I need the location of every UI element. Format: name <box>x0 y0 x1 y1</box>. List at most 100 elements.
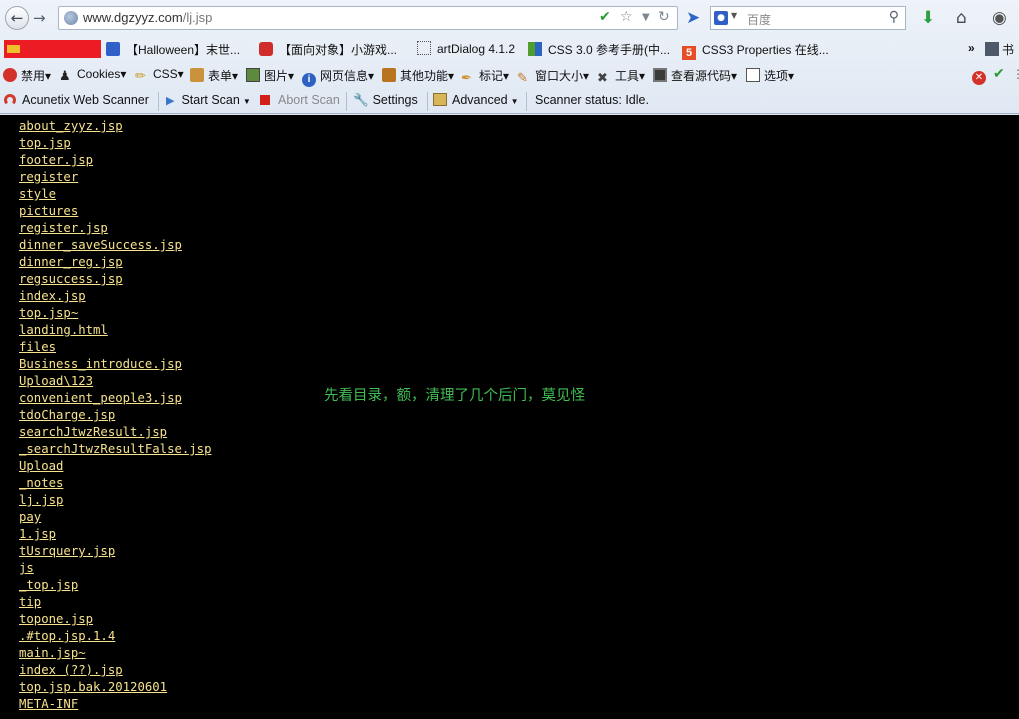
wd-cookies-menu[interactable]: ♟ Cookies▾ <box>59 67 126 83</box>
bookmark-item[interactable]: 5 CSS3 Properties 在线... <box>682 41 829 60</box>
web-developer-toolbar: 禁用▾ ♟ Cookies▾ ✏ CSS▾ 表单▾ 图片▾ i 网页信息▾ 其他功能▾… <box>0 63 1019 88</box>
acunetix-logo[interactable]: Acunetix Web Scanner <box>4 93 149 107</box>
directory-link[interactable]: tdoCharge.jsp <box>19 408 115 422</box>
back-button[interactable]: ← <box>5 6 29 30</box>
bookmark-item[interactable]: 【面向对象】小游戏... <box>259 41 397 58</box>
forward-button[interactable]: → <box>33 9 46 27</box>
directory-link[interactable]: Business_introduce.jsp <box>19 357 182 371</box>
directory-link[interactable]: register <box>19 170 78 184</box>
chevron-down-icon: ▼ <box>510 97 519 106</box>
directory-link[interactable]: .#top.jsp.1.4 <box>19 629 115 643</box>
verified-check-icon: ✔ <box>599 9 611 25</box>
bookmark-item[interactable]: CSS 3.0 参考手册(中... <box>528 41 670 58</box>
monitor-icon <box>653 68 667 82</box>
directory-link[interactable]: META-INF <box>19 697 78 711</box>
list-item: searchJtwzResult.jsp <box>19 421 212 439</box>
abort-scan-button[interactable]: Abort Scan <box>260 93 340 107</box>
directory-link[interactable]: dinner_saveSuccess.jsp <box>19 238 182 252</box>
directory-link[interactable]: _searchJtwzResultFalse.jsp <box>19 442 212 456</box>
advanced-button[interactable]: Advanced ▼ <box>433 93 519 107</box>
directory-link[interactable]: register.jsp <box>19 221 108 235</box>
list-item: .#top.jsp.1.4 <box>19 625 212 643</box>
wrench-icon: 🔧 <box>353 93 369 107</box>
directory-link[interactable]: landing.html <box>19 323 108 337</box>
search-engine-dropdown-icon[interactable]: ▼ <box>731 11 737 20</box>
start-scan-label: Start Scan <box>181 93 240 107</box>
wd-options-menu[interactable]: 选项▾ <box>746 67 794 84</box>
list-item: top.jsp.bak.20120601 <box>19 676 212 694</box>
html5-icon: 5 <box>682 46 696 60</box>
search-icon[interactable]: ⚲ <box>889 9 899 25</box>
list-item: _notes <box>19 472 212 490</box>
pen-icon: ✒ <box>461 70 472 85</box>
toolbar-separator <box>346 92 347 111</box>
wd-forms-menu[interactable]: 表单▾ <box>190 67 238 84</box>
directory-link[interactable]: _notes <box>19 476 63 490</box>
addon-bug-icon[interactable]: ◉ <box>992 8 1007 28</box>
list-item: about_zyyz.jsp <box>19 115 212 133</box>
directory-link[interactable]: top.jsp <box>19 136 71 150</box>
directory-link[interactable]: js <box>19 561 34 575</box>
list-item: top.jsp~ <box>19 302 212 320</box>
directory-link[interactable]: topone.jsp <box>19 612 93 626</box>
wd-page-info-menu[interactable]: i 网页信息▾ <box>302 67 374 87</box>
list-item: landing.html <box>19 319 212 337</box>
download-icon[interactable]: ⬇ <box>921 8 935 28</box>
url-text[interactable]: www.dgzyyz.com/lj.jsp <box>83 10 212 25</box>
directory-link[interactable]: top.jsp.bak.20120601 <box>19 680 167 694</box>
directory-link[interactable]: Upload <box>19 459 63 473</box>
wd-view-source-menu[interactable]: 查看源代码▾ <box>653 67 737 84</box>
directory-link[interactable]: Upload\123 <box>19 374 93 388</box>
wd-misc-menu[interactable]: 其他功能▾ <box>382 67 454 84</box>
wd-tools-menu[interactable]: ✖ 工具▾ <box>597 67 645 85</box>
wd-css-menu[interactable]: ✏ CSS▾ <box>135 67 184 83</box>
bookmark-star-icon[interactable]: ☆ <box>620 9 633 25</box>
directory-link[interactable]: main.jsp~ <box>19 646 86 660</box>
bookmark-item[interactable]: artDialog 4.1.2 <box>417 41 515 56</box>
directory-link[interactable]: searchJtwzResult.jsp <box>19 425 167 439</box>
directory-link[interactable]: tip <box>19 595 41 609</box>
history-dropdown-icon[interactable]: ▼ <box>642 12 650 23</box>
navigation-bar: ← → www.dgzyyz.com/lj.jsp ✔ ☆ ▼ ↻ ➤ ● ▼ … <box>0 0 1019 36</box>
wd-valid-check-icon[interactable]: ✔ <box>993 65 1005 82</box>
search-engine-icon[interactable]: ● <box>714 11 728 25</box>
home-icon[interactable]: ⌂ <box>956 8 967 28</box>
address-bar[interactable]: www.dgzyyz.com/lj.jsp ✔ ☆ ▼ ↻ <box>58 6 678 30</box>
directory-link[interactable]: index.jsp <box>19 289 86 303</box>
directory-link[interactable]: about_zyyz.jsp <box>19 119 123 133</box>
directory-link[interactable]: lj.jsp <box>19 493 63 507</box>
addon-bird-icon[interactable]: ➤ <box>686 8 700 28</box>
wd-error-status-icon[interactable]: ✕ <box>972 67 990 85</box>
settings-button[interactable]: 🔧 Settings <box>353 93 418 108</box>
bookmark-item[interactable]: 【Halloween】末世... <box>106 41 240 58</box>
directory-link[interactable]: 1.jsp <box>19 527 56 541</box>
directory-link[interactable]: files <box>19 340 56 354</box>
reload-icon[interactable]: ↻ <box>658 9 670 25</box>
wd-outline-menu[interactable]: ✒ 标记▾ <box>461 67 509 85</box>
wd-images-menu[interactable]: 图片▾ <box>246 67 294 84</box>
bookmarks-overflow-chevron-icon[interactable]: » <box>968 41 975 55</box>
bookmark-red-banner[interactable] <box>4 40 101 58</box>
directory-link[interactable]: pictures <box>19 204 78 218</box>
directory-link[interactable]: top.jsp~ <box>19 306 78 320</box>
wd-more-icon[interactable]: ⋮ <box>1012 67 1019 81</box>
directory-link[interactable]: tUsrquery.jsp <box>19 544 115 558</box>
directory-link[interactable]: convenient_people3.jsp <box>19 391 182 405</box>
wd-label: 表单▾ <box>208 69 239 83</box>
directory-link[interactable]: style <box>19 187 56 201</box>
directory-link[interactable]: footer.jsp <box>19 153 93 167</box>
directory-link[interactable]: dinner_reg.jsp <box>19 255 123 269</box>
directory-link[interactable]: regsuccess.jsp <box>19 272 123 286</box>
directory-link[interactable]: index (??).jsp <box>19 663 123 677</box>
list-item: tUsrquery.jsp <box>19 540 212 558</box>
wd-resize-menu[interactable]: ✎ 窗口大小▾ <box>517 67 589 85</box>
ruler-icon: ✎ <box>517 70 528 85</box>
list-item: footer.jsp <box>19 149 212 167</box>
scanner-status: Scanner status: Idle. <box>535 93 649 107</box>
start-scan-button[interactable]: ▶ Start Scan ▼ <box>166 93 251 107</box>
wd-disable-menu[interactable]: 禁用▾ <box>3 67 51 84</box>
directory-link[interactable]: _top.jsp <box>19 578 78 592</box>
directory-link[interactable]: pay <box>19 510 41 524</box>
bookmarks-menu-button[interactable]: 书 <box>985 41 1014 58</box>
search-bar[interactable]: ● ▼ 百度 ⚲ <box>710 6 906 30</box>
